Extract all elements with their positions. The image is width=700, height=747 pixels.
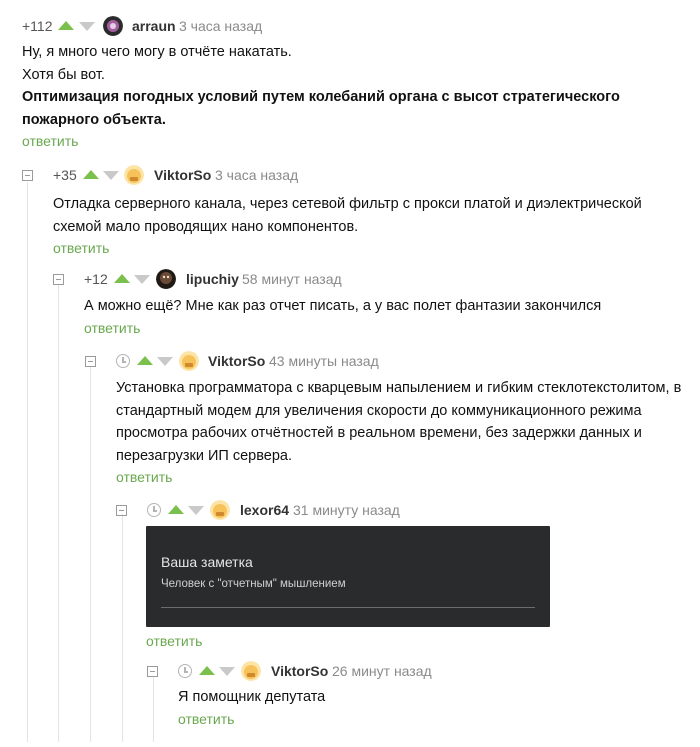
author-name[interactable]: lipuchiy (186, 267, 239, 291)
comment-body: Установка программатора с кварцевым напы… (116, 377, 686, 467)
comment-text: Я помощник депутата (178, 689, 326, 705)
reply-link[interactable]: ответить (84, 320, 140, 336)
timestamp: 3 часа назад (215, 167, 299, 183)
comment: lexor64 31 минуту назад Ваша заметка Чел… (116, 498, 700, 649)
avatar[interactable] (210, 500, 230, 520)
upvote-arrow-icon[interactable] (83, 170, 99, 179)
comment: +35 ViktorSo 3 часа назад Отладка сервер… (22, 163, 700, 256)
comment-text: А можно ещё? Мне как раз отчет писать, а… (84, 298, 602, 314)
author-name[interactable]: lexor64 (240, 498, 289, 522)
reply-link[interactable]: ответить (22, 133, 78, 149)
reply-link[interactable]: ответить (116, 469, 172, 485)
downvote-arrow-icon[interactable] (157, 357, 173, 366)
rating-value: +35 (53, 167, 77, 183)
avatar[interactable] (103, 16, 123, 36)
comment-header: +12 lipuchiy 58 минут назад (53, 267, 700, 291)
downvote-arrow-icon[interactable] (79, 22, 95, 31)
author-name[interactable]: ViktorSo (154, 163, 211, 187)
downvote-arrow-icon[interactable] (219, 667, 235, 676)
comment-header: ViktorSo 26 минут назад (147, 659, 700, 683)
comment-text: Ну, я много чего могу в отчёте накатать. (22, 44, 292, 60)
clock-icon (178, 664, 192, 678)
author-name[interactable]: ViktorSo (208, 349, 265, 373)
timestamp: 43 минуты назад (269, 353, 379, 369)
note-subtitle: Человек с "отчетным" мышлением (161, 578, 346, 590)
comment-header: +112 arraun 3 часа назад (22, 14, 700, 38)
thread-line (58, 284, 59, 742)
comment-body: Я помощник депутата (178, 686, 578, 709)
rating-value: +12 (84, 271, 108, 287)
rating-value: +112 (22, 18, 53, 34)
clock-icon (116, 354, 130, 368)
comment: ViktorSo 43 минуты назад Установка прогр… (85, 349, 700, 485)
comment: +12 lipuchiy 58 минут назад А можно ещё?… (53, 267, 700, 336)
upvote-arrow-icon[interactable] (168, 505, 184, 514)
thread-line (27, 182, 28, 742)
reply-link[interactable]: ответить (178, 711, 234, 727)
comment-text: Отладка серверного канала, через сетевой… (53, 196, 642, 235)
avatar[interactable] (156, 269, 176, 289)
comment-body: Ну, я много чего могу в отчёте накатать.… (22, 41, 682, 131)
timestamp: 58 минут назад (242, 271, 342, 287)
reply-link[interactable]: ответить (146, 633, 202, 649)
comment-bold-text: Оптимизация погодных условий путем колеб… (22, 89, 620, 128)
upvote-arrow-icon[interactable] (114, 274, 130, 283)
comment: ViktorSo 26 минут назад Я помощник депут… (147, 659, 700, 727)
collapse-minus-icon[interactable] (116, 505, 127, 516)
upvote-arrow-icon[interactable] (58, 21, 74, 30)
collapse-minus-icon[interactable] (53, 274, 64, 285)
comment-body: Отладка серверного канала, через сетевой… (53, 193, 653, 238)
timestamp: 3 часа назад (179, 18, 263, 34)
comment-text: Хотя бы вот. (22, 66, 105, 83)
upvote-arrow-icon[interactable] (137, 356, 153, 365)
collapse-minus-icon[interactable] (147, 666, 158, 677)
timestamp: 26 минут назад (332, 663, 432, 679)
downvote-arrow-icon[interactable] (103, 171, 119, 180)
avatar[interactable] (124, 165, 144, 185)
note-title: Ваша заметка (161, 554, 253, 570)
comment-body: А можно ещё? Мне как раз отчет писать, а… (84, 295, 664, 318)
downvote-arrow-icon[interactable] (134, 275, 150, 284)
note-image: Ваша заметка Человек с "отчетным" мышлен… (146, 526, 550, 627)
avatar[interactable] (241, 661, 261, 681)
collapse-minus-icon[interactable] (22, 170, 33, 181)
collapse-minus-icon[interactable] (85, 356, 96, 367)
timestamp: 31 минуту назад (293, 502, 400, 518)
comment: +112 arraun 3 часа назад Ну, я много чег… (22, 14, 700, 149)
author-name[interactable]: arraun (132, 14, 176, 38)
comment-header: +35 ViktorSo 3 часа назад (22, 163, 700, 187)
comment-text: Установка программатора с кварцевым напы… (116, 380, 682, 464)
author-name[interactable]: ViktorSo (271, 659, 328, 683)
downvote-arrow-icon[interactable] (188, 506, 204, 515)
note-divider (161, 607, 535, 608)
clock-icon (147, 503, 161, 517)
avatar[interactable] (179, 351, 199, 371)
comment-header: ViktorSo 43 минуты назад (85, 349, 700, 373)
reply-link[interactable]: ответить (53, 240, 109, 256)
upvote-arrow-icon[interactable] (199, 666, 215, 675)
comment-header: lexor64 31 минуту назад (116, 498, 700, 522)
